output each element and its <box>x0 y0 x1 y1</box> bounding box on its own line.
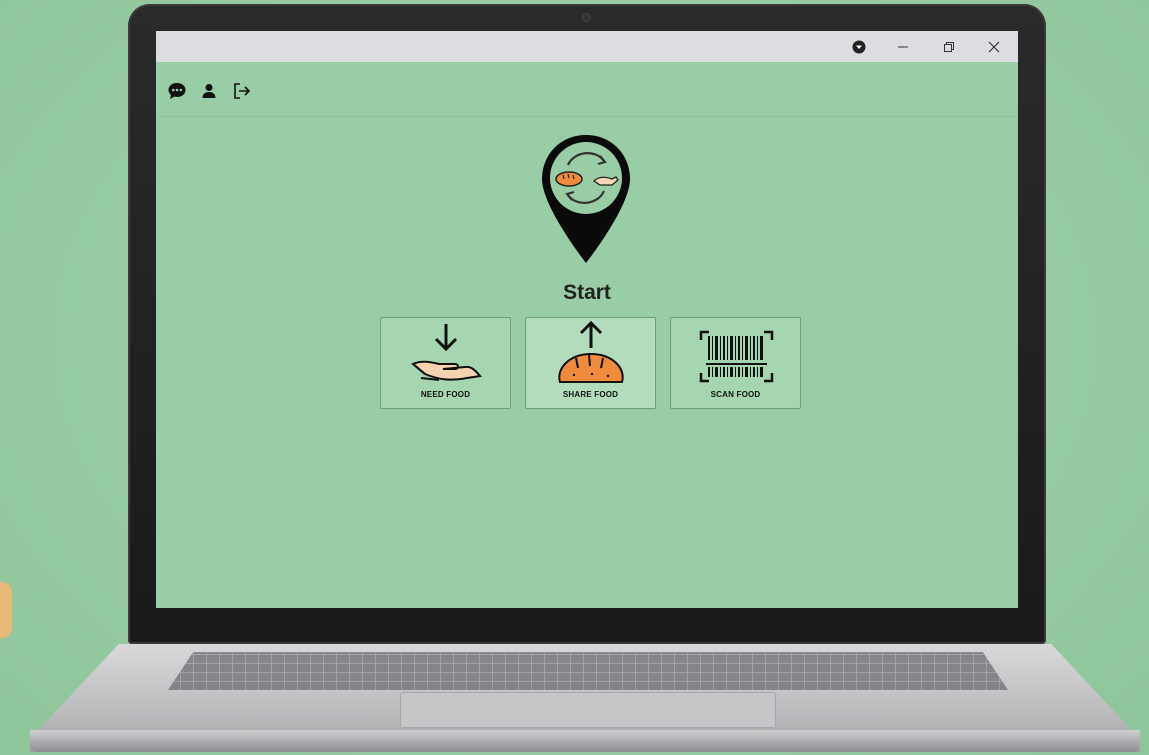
laptop-lid: Start NEED FOOD SHARE FOOD SCAN FOOD <box>128 4 1046 644</box>
user-icon[interactable] <box>198 80 220 102</box>
window-titlebar <box>156 31 1018 62</box>
page-title: Start <box>563 281 611 304</box>
chevron-circle-icon[interactable] <box>839 31 879 62</box>
keyboard <box>168 652 1008 690</box>
app-toolbar <box>156 62 1018 117</box>
need-food-label: NEED FOOD <box>420 390 471 399</box>
minimize-icon[interactable] <box>883 31 923 62</box>
webcam <box>583 14 590 21</box>
scan-food-label: SCAN FOOD <box>710 390 761 399</box>
receive-hand-icon <box>411 324 482 381</box>
scan-food-button[interactable]: SCAN FOOD <box>670 317 801 409</box>
restore-icon[interactable] <box>929 31 969 62</box>
chat-icon[interactable] <box>166 80 188 102</box>
app-window: Start NEED FOOD SHARE FOOD SCAN FOOD <box>156 31 1018 608</box>
trackpad <box>400 692 776 728</box>
share-bread-icon <box>558 320 624 383</box>
app-logo-pin <box>538 133 634 265</box>
logout-icon[interactable] <box>231 80 253 102</box>
keyboard-keys <box>168 652 1008 690</box>
finger-thumb <box>0 582 12 638</box>
need-food-button[interactable]: NEED FOOD <box>380 317 511 409</box>
close-icon[interactable] <box>974 31 1014 62</box>
share-food-label: SHARE FOOD <box>562 390 619 399</box>
barcode-scan-icon <box>699 330 774 383</box>
share-food-button[interactable]: SHARE FOOD <box>525 317 656 409</box>
laptop-front-edge <box>30 730 1140 752</box>
